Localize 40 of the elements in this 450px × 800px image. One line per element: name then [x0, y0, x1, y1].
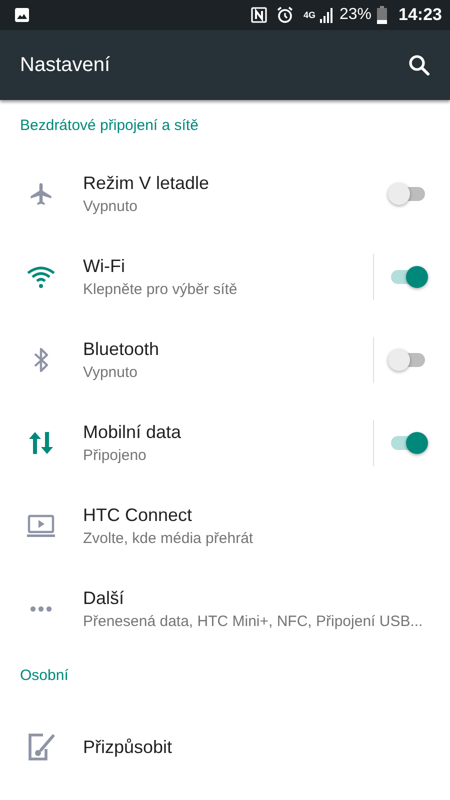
item-title: Režim V letadle: [83, 172, 210, 194]
item-title: Bluetooth: [83, 338, 160, 360]
item-summary: Zvolte, kde média přehrát: [83, 528, 254, 548]
clock-time: 14:23: [398, 5, 442, 25]
battery-percentage: 23%: [339, 6, 372, 24]
network-type-label: 4G: [303, 10, 316, 20]
search-icon: [407, 53, 431, 77]
item-title: Mobilní data: [83, 420, 182, 444]
section-header: Bezdrátové připojení a sítě: [19, 116, 200, 136]
battery-icon: [376, 6, 387, 24]
item-summary: Vypnuto: [83, 362, 138, 382]
item-summary: Připojeno: [83, 446, 148, 466]
wifi-icon: [26, 264, 56, 288]
alarm-clock-icon: [276, 6, 294, 24]
settings-item[interactable]: Bluetooth Vypnuto: [0, 318, 450, 401]
settings-item[interactable]: Režim V letadle Vypnuto: [0, 152, 450, 235]
image-icon: [14, 7, 30, 23]
nfc-icon: [251, 7, 268, 23]
item-title: Přizpůsobit: [83, 736, 174, 759]
tablet-brush-icon: [26, 732, 54, 762]
more-dots-icon: [28, 604, 52, 612]
item-title: Wi-Fi: [83, 254, 126, 278]
up-down-arrows-icon: [28, 430, 54, 454]
search-button[interactable]: [406, 52, 432, 78]
item-summary: Přenesená data, HTC Mini+, NFC, Připojení USB...: [83, 612, 424, 632]
item-summary: Vypnuto: [83, 196, 138, 216]
screen-title: Nastavení: [20, 54, 112, 76]
section-header: Osobní: [19, 666, 70, 686]
settings-item[interactable]: Wi-Fi Klepněte pro výběr sítě: [0, 235, 450, 318]
settings-item[interactable]: Přizpůsobit: [0, 702, 450, 792]
item-summary: Klepněte pro výběr sítě: [83, 280, 238, 300]
settings-item[interactable]: Mobilní data Připojeno: [0, 401, 450, 484]
item-title: Další: [83, 586, 126, 610]
signal-icon: [320, 7, 334, 23]
item-title: HTC Connect: [83, 504, 194, 526]
bluetooth-icon: [32, 346, 50, 374]
airplane-icon: [28, 180, 54, 206]
laptop-play-icon: [26, 514, 56, 538]
settings-item[interactable]: HTC Connect Zvolte, kde média přehrát: [0, 484, 450, 567]
settings-item[interactable]: Další Přenesená data, HTC Mini+, NFC, Připojení USB...: [0, 567, 450, 650]
